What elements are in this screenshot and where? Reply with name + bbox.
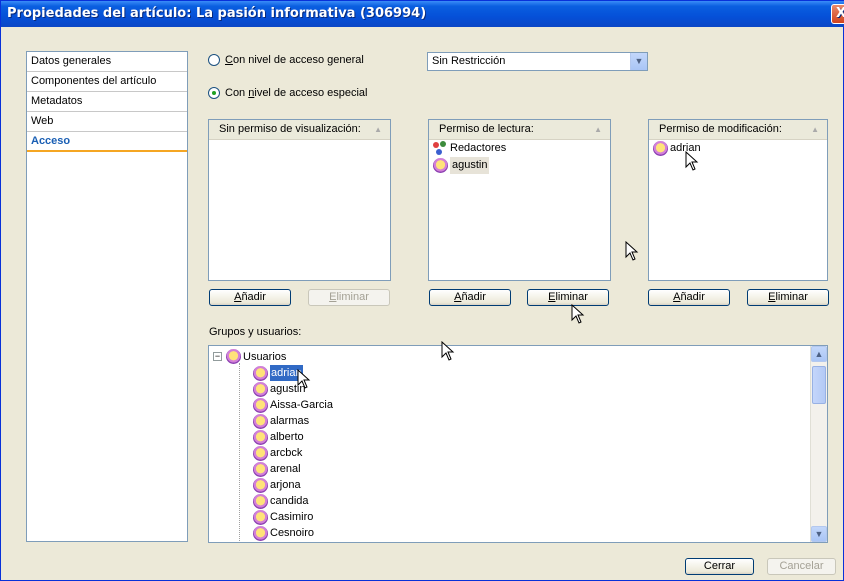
close-icon[interactable]: X bbox=[831, 4, 844, 24]
user-icon bbox=[253, 461, 268, 477]
sidebar-item-componentes[interactable]: Componentes del artículo bbox=[27, 72, 187, 92]
mouse-cursor-icon bbox=[625, 241, 639, 261]
scrollbar-thumb[interactable] bbox=[812, 366, 826, 404]
user-icon bbox=[433, 158, 448, 173]
user-icon bbox=[253, 413, 268, 429]
user-icon bbox=[253, 477, 268, 493]
tree-item[interactable]: arjona bbox=[253, 477, 333, 493]
add-button[interactable]: Añadir bbox=[429, 289, 511, 306]
sort-up-icon: ▲ bbox=[811, 125, 819, 134]
panel-modify: Permiso de modificación: ▲ adrian bbox=[648, 119, 828, 281]
cancel-button[interactable]: Cancelar bbox=[767, 558, 836, 575]
tree-item[interactable]: Cesnoiro bbox=[253, 525, 333, 541]
tree-item[interactable]: arenal bbox=[253, 461, 333, 477]
tree-item[interactable]: arcbck bbox=[253, 445, 333, 461]
remove-button-disabled[interactable]: Eliminar bbox=[308, 289, 390, 306]
mouse-cursor-icon bbox=[441, 341, 455, 361]
user-icon bbox=[653, 141, 668, 156]
radio-special-label: Con nivel de acceso especial bbox=[225, 87, 368, 99]
user-icon bbox=[253, 493, 268, 509]
panel-header[interactable]: Permiso de lectura: ▲ bbox=[429, 120, 610, 140]
scroll-down-icon[interactable]: ▼ bbox=[811, 526, 827, 542]
close-button[interactable]: Cerrar bbox=[685, 558, 754, 575]
tree-item[interactable]: Casimiro bbox=[253, 509, 333, 525]
list-item[interactable]: adrian bbox=[649, 140, 827, 157]
add-button[interactable]: Añadir bbox=[648, 289, 730, 306]
remove-button[interactable]: Eliminar bbox=[527, 289, 609, 306]
sidebar-nav: Datos generales Componentes del artículo… bbox=[26, 51, 188, 542]
scroll-up-icon[interactable]: ▲ bbox=[811, 346, 827, 362]
user-icon bbox=[253, 365, 268, 381]
mouse-cursor-icon bbox=[297, 369, 311, 389]
tree-item[interactable]: Aissa-Garcia bbox=[253, 397, 333, 413]
user-icon bbox=[253, 381, 268, 397]
tree-item[interactable]: alarmas bbox=[253, 413, 333, 429]
radio-general-label: Con nivel de acceso general bbox=[225, 54, 364, 66]
sidebar-item-web[interactable]: Web bbox=[27, 112, 187, 132]
sidebar-item-acceso[interactable]: Acceso bbox=[27, 132, 187, 152]
collapse-icon[interactable]: − bbox=[213, 352, 222, 361]
tree-items: adrian agustin Aissa-Garcia alarmas albe… bbox=[253, 365, 333, 541]
list-item[interactable]: agustin bbox=[429, 157, 610, 174]
user-icon bbox=[253, 445, 268, 461]
tree-item[interactable]: adrian bbox=[253, 365, 333, 381]
user-icon bbox=[253, 509, 268, 525]
panel-header[interactable]: Permiso de modificación: ▲ bbox=[649, 120, 827, 140]
properties-dialog: Propiedades del artículo: La pasión info… bbox=[0, 0, 844, 581]
remove-button[interactable]: Eliminar bbox=[747, 289, 829, 306]
radio-special-access[interactable]: Con nivel de acceso especial bbox=[208, 87, 368, 99]
radio-general-access[interactable]: Con nivel de acceso general bbox=[208, 54, 364, 66]
sidebar-item-datos-generales[interactable]: Datos generales bbox=[27, 52, 187, 72]
panel-read: Permiso de lectura: ▲ Redactores agustin bbox=[428, 119, 611, 281]
group-icon bbox=[433, 141, 448, 156]
add-button[interactable]: Añadir bbox=[209, 289, 291, 306]
user-icon bbox=[253, 397, 268, 413]
tree-root[interactable]: − Usuarios bbox=[213, 348, 286, 365]
radio-circle-checked[interactable] bbox=[208, 87, 220, 99]
tree-item[interactable]: candida bbox=[253, 493, 333, 509]
panel-header[interactable]: Sin permiso de visualización: ▲ bbox=[209, 120, 390, 140]
radio-circle[interactable] bbox=[208, 54, 220, 66]
window-title: Propiedades del artículo: La pasión info… bbox=[7, 6, 427, 21]
list-item[interactable]: Redactores bbox=[429, 140, 610, 157]
vertical-scrollbar[interactable]: ▲ ▼ bbox=[810, 346, 827, 542]
sort-up-icon: ▲ bbox=[374, 125, 382, 134]
title-bar[interactable]: Propiedades del artículo: La pasión info… bbox=[1, 1, 844, 27]
mouse-cursor-icon bbox=[571, 304, 585, 324]
tree-item[interactable]: alberto bbox=[253, 429, 333, 445]
sort-up-icon: ▲ bbox=[594, 125, 602, 134]
tree-item[interactable]: agustin bbox=[253, 381, 333, 397]
user-icon bbox=[253, 429, 268, 445]
mouse-cursor-icon bbox=[685, 151, 699, 171]
user-icon bbox=[226, 349, 241, 364]
sidebar-item-metadatos[interactable]: Metadatos bbox=[27, 92, 187, 112]
groups-label: Grupos y usuarios: bbox=[209, 326, 302, 338]
access-level-select[interactable]: Sin Restricción ▼ bbox=[427, 52, 648, 71]
panel-no-view: Sin permiso de visualización: ▲ bbox=[208, 119, 391, 281]
chevron-down-icon[interactable]: ▼ bbox=[630, 53, 647, 70]
user-icon bbox=[253, 525, 268, 541]
tree-guide-line bbox=[239, 363, 240, 542]
